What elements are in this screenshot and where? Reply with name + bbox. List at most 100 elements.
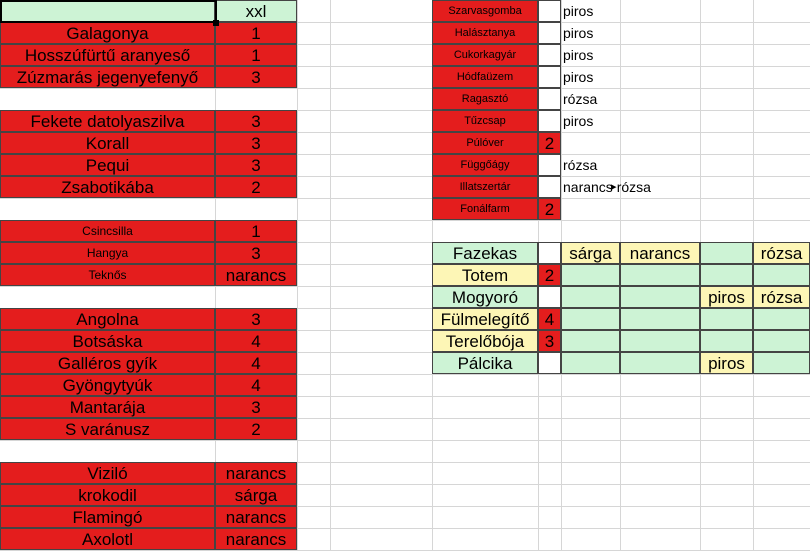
item-number-cell[interactable]	[538, 242, 561, 264]
facility-name-cell[interactable]: Szarvasgomba	[432, 0, 538, 22]
item-number-cell[interactable]: 4	[538, 308, 561, 330]
item-color-cell[interactable]: rózsa	[753, 242, 810, 264]
left-value-cell[interactable]: narancs	[215, 506, 297, 528]
item-name-cell[interactable]: Terelőbója	[432, 330, 538, 352]
spreadsheet-grid[interactable]: xxl Galagonya 1 Hosszúfürtű aranyeső 1 Zúzmar…	[0, 0, 810, 551]
item-color-cell[interactable]	[620, 286, 700, 308]
left-name-cell[interactable]: Flamingó	[0, 506, 215, 528]
header-value-cell[interactable]: xxl	[215, 0, 297, 22]
item-number-cell[interactable]: 3	[538, 330, 561, 352]
left-value-cell[interactable]: 3	[215, 154, 297, 176]
facility-name-cell[interactable]: Illatszertár	[432, 176, 538, 198]
facility-color-cell[interactable]: narancs rózsa	[561, 176, 700, 198]
item-name-cell[interactable]: Pálcika	[432, 352, 538, 374]
item-color-cell[interactable]	[561, 308, 620, 330]
left-name-cell[interactable]: Botsáska	[0, 330, 215, 352]
left-name-cell[interactable]: Mantarája	[0, 396, 215, 418]
item-color-cell[interactable]	[753, 308, 810, 330]
left-name-cell[interactable]: Teknős	[0, 264, 215, 286]
facility-number-cell[interactable]	[538, 44, 561, 66]
left-value-cell[interactable]: 3	[215, 308, 297, 330]
facility-number-cell[interactable]	[538, 66, 561, 88]
facility-color-cell[interactable]	[561, 198, 700, 220]
left-name-cell[interactable]: Gyöngytyúk	[0, 374, 215, 396]
facility-number-cell[interactable]	[538, 0, 561, 22]
left-name-cell[interactable]: Hosszúfürtű aranyeső	[0, 44, 215, 66]
left-name-cell[interactable]: Galagonya	[0, 22, 215, 44]
left-name-cell[interactable]: Angolna	[0, 308, 215, 330]
item-number-cell[interactable]	[538, 352, 561, 374]
left-name-cell[interactable]: Zsabotikába	[0, 176, 215, 198]
left-value-cell[interactable]: 3	[215, 132, 297, 154]
left-value-cell[interactable]: sárga	[215, 484, 297, 506]
facility-color-cell[interactable]: piros	[561, 110, 700, 132]
left-name-cell[interactable]: Hangya	[0, 242, 215, 264]
facility-name-cell[interactable]: Függőágy	[432, 154, 538, 176]
item-name-cell[interactable]: Mogyoró	[432, 286, 538, 308]
left-name-cell[interactable]: Zúzmarás jegenyefenyő	[0, 66, 215, 88]
facility-color-cell[interactable]: piros	[561, 22, 700, 44]
left-value-cell[interactable]: 2	[215, 176, 297, 198]
facility-name-cell[interactable]: Halásztanya	[432, 22, 538, 44]
facility-name-cell[interactable]: Fonálfarm	[432, 198, 538, 220]
item-color-cell[interactable]: rózsa	[753, 286, 810, 308]
left-name-cell[interactable]: S varánusz	[0, 418, 215, 440]
item-color-cell[interactable]	[753, 352, 810, 374]
item-color-cell[interactable]	[620, 308, 700, 330]
left-name-cell[interactable]: Korall	[0, 132, 215, 154]
item-color-cell[interactable]	[700, 308, 753, 330]
facility-color-cell[interactable]: rózsa	[561, 154, 700, 176]
left-value-cell[interactable]: 4	[215, 374, 297, 396]
facility-name-cell[interactable]: Ragasztó	[432, 88, 538, 110]
left-name-cell[interactable]: Galléros gyík	[0, 352, 215, 374]
left-value-cell[interactable]: narancs	[215, 528, 297, 550]
item-color-cell[interactable]	[620, 352, 700, 374]
item-color-cell[interactable]	[620, 264, 700, 286]
left-name-cell[interactable]: Csincsilla	[0, 220, 215, 242]
item-name-cell[interactable]: Totem	[432, 264, 538, 286]
item-color-cell[interactable]	[620, 330, 700, 352]
left-value-cell[interactable]: 3	[215, 396, 297, 418]
item-color-cell[interactable]	[561, 264, 620, 286]
fill-handle[interactable]	[213, 20, 219, 26]
item-number-cell[interactable]: 2	[538, 264, 561, 286]
header-name-cell[interactable]	[0, 0, 215, 22]
facility-number-cell[interactable]	[538, 154, 561, 176]
facility-color-cell[interactable]: rózsa	[561, 88, 700, 110]
left-name-cell[interactable]: Pequi	[0, 154, 215, 176]
left-value-cell[interactable]: 1	[215, 44, 297, 66]
facility-color-cell[interactable]	[561, 132, 700, 154]
item-number-cell[interactable]	[538, 286, 561, 308]
facility-color-cell[interactable]: piros	[561, 44, 700, 66]
left-value-cell[interactable]: 3	[215, 242, 297, 264]
item-color-cell[interactable]	[700, 264, 753, 286]
facility-number-cell[interactable]: 2	[538, 198, 561, 220]
facility-number-cell[interactable]: 2	[538, 132, 561, 154]
left-name-cell[interactable]: krokodil	[0, 484, 215, 506]
item-color-cell[interactable]: piros	[700, 352, 753, 374]
facility-number-cell[interactable]	[538, 22, 561, 44]
left-value-cell[interactable]: 4	[215, 352, 297, 374]
item-color-cell[interactable]	[700, 242, 753, 264]
item-color-cell[interactable]	[561, 352, 620, 374]
facility-name-cell[interactable]: Tűzcsap	[432, 110, 538, 132]
item-name-cell[interactable]: Fülmelegítő	[432, 308, 538, 330]
facility-name-cell[interactable]: Hódfaüzem	[432, 66, 538, 88]
left-value-cell[interactable]: 4	[215, 330, 297, 352]
left-value-cell[interactable]: 1	[215, 220, 297, 242]
facility-name-cell[interactable]: Cukorkagyár	[432, 44, 538, 66]
facility-number-cell[interactable]	[538, 110, 561, 132]
item-color-cell[interactable]: sárga	[561, 242, 620, 264]
facility-number-cell[interactable]	[538, 176, 561, 198]
item-color-cell[interactable]: piros	[700, 286, 753, 308]
facility-number-cell[interactable]	[538, 88, 561, 110]
left-value-cell[interactable]: 2	[215, 418, 297, 440]
facility-color-cell[interactable]: piros	[561, 0, 700, 22]
item-color-cell[interactable]: narancs	[620, 242, 700, 264]
item-color-cell[interactable]	[561, 286, 620, 308]
item-name-cell[interactable]: Fazekas	[432, 242, 538, 264]
left-value-cell[interactable]: 1	[215, 22, 297, 44]
left-name-cell[interactable]: Fekete datolyaszilva	[0, 110, 215, 132]
item-color-cell[interactable]	[753, 264, 810, 286]
facility-name-cell[interactable]: Púlóver	[432, 132, 538, 154]
